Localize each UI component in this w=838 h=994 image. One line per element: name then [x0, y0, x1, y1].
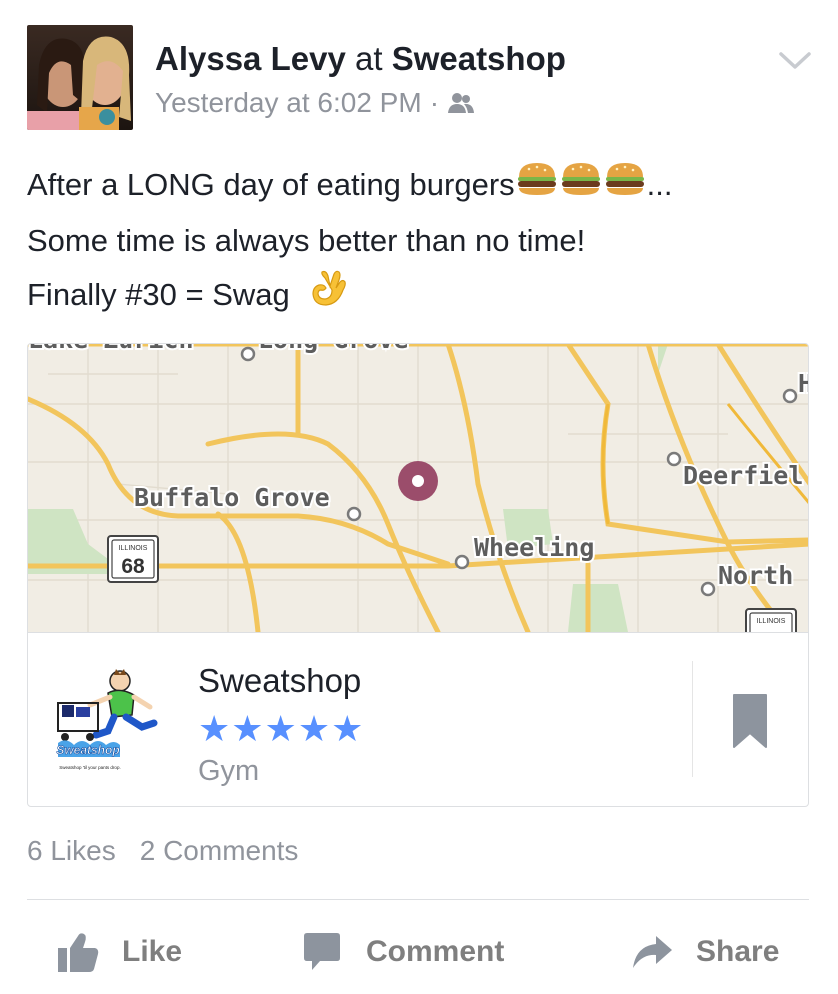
post-line-3: Finally #30 = Swag	[27, 268, 817, 325]
place-link[interactable]: Sweatshop	[392, 40, 566, 77]
action-bar: Like Comment Share	[0, 920, 838, 984]
like-label: Like	[122, 935, 183, 968]
like-button[interactable]: Like	[56, 920, 182, 984]
map-label-lake-zurich: Lake Zurich	[28, 344, 194, 354]
comments-count[interactable]: 2 Comments	[140, 835, 299, 866]
post-meta: Yesterday at 6:02 PM ·	[155, 85, 475, 121]
sweatshop-logo: Sweatshop Sweatshop 'til your pants drop…	[56, 669, 158, 770]
place-category: Gym	[198, 755, 260, 787]
post-header: Alyssa Levy at Sweatshop Yesterday at 6:…	[27, 25, 812, 130]
svg-text:ILLINOIS: ILLINOIS	[757, 618, 786, 625]
bookmark-icon[interactable]	[732, 693, 768, 749]
meta-separator: ·	[429, 87, 440, 118]
post-line-2: Some time is always better than no time!	[27, 222, 586, 258]
map-label-long-grove: Long Grove	[258, 344, 409, 354]
route-shield-2: ILLINOIS	[745, 608, 797, 632]
place-card[interactable]: Buffalo Grove Wheeling Deerfiel North H …	[27, 343, 809, 807]
map-label-h: H	[798, 369, 809, 398]
hamburger-emoji	[559, 160, 603, 214]
logo-tagline: Sweatshop 'til your pants drop.	[59, 765, 120, 770]
location-pin	[398, 461, 438, 501]
share-button[interactable]: Share	[630, 920, 779, 984]
card-divider	[692, 661, 693, 777]
comment-icon	[304, 933, 340, 970]
logo-wordmark: Sweatshop	[56, 743, 119, 757]
place-name[interactable]: Sweatshop	[198, 661, 361, 701]
map-label-wheeling: Wheeling	[474, 533, 594, 562]
map-label-north: North	[718, 561, 793, 590]
ok-hand-emoji	[308, 268, 348, 325]
comment-label: Comment	[366, 935, 505, 968]
chevron-down-icon[interactable]	[777, 45, 813, 75]
divider	[27, 899, 809, 900]
author-line: Alyssa Levy at Sweatshop	[155, 39, 566, 79]
author-avatar[interactable]	[27, 25, 133, 130]
post-line-1: After a LONG day of eating burgers...	[27, 158, 817, 214]
svg-text:68: 68	[121, 555, 145, 578]
post-timestamp[interactable]: Yesterday at 6:02 PM	[155, 85, 422, 121]
hamburger-emoji	[515, 160, 559, 214]
comment-button[interactable]: Comment	[300, 920, 504, 984]
at-word: at	[354, 40, 383, 77]
place-info[interactable]: Sweatshop Sweatshop 'til your pants drop…	[28, 632, 808, 806]
map-label-deerfield: Deerfiel	[683, 461, 803, 490]
location-map[interactable]: Buffalo Grove Wheeling Deerfiel North H …	[28, 344, 809, 632]
rating-stars: ★★★★★	[198, 708, 365, 749]
likes-count[interactable]: 6 Likes	[27, 835, 116, 866]
svg-text:ILLINOIS: ILLINOIS	[119, 545, 148, 552]
map-label-buffalo-grove: Buffalo Grove	[134, 483, 330, 512]
thumbs-up-icon	[58, 933, 99, 972]
engagement-counts: 6 Likes 2 Comments	[27, 833, 298, 869]
route-68-shield: ILLINOIS 68	[107, 535, 159, 583]
author-name[interactable]: Alyssa Levy	[155, 40, 346, 77]
share-label: Share	[696, 935, 780, 968]
hamburger-emoji	[603, 160, 647, 214]
share-arrow-icon	[633, 936, 672, 968]
friends-icon	[448, 93, 475, 113]
post-body: After a LONG day of eating burgers... So…	[27, 158, 817, 325]
